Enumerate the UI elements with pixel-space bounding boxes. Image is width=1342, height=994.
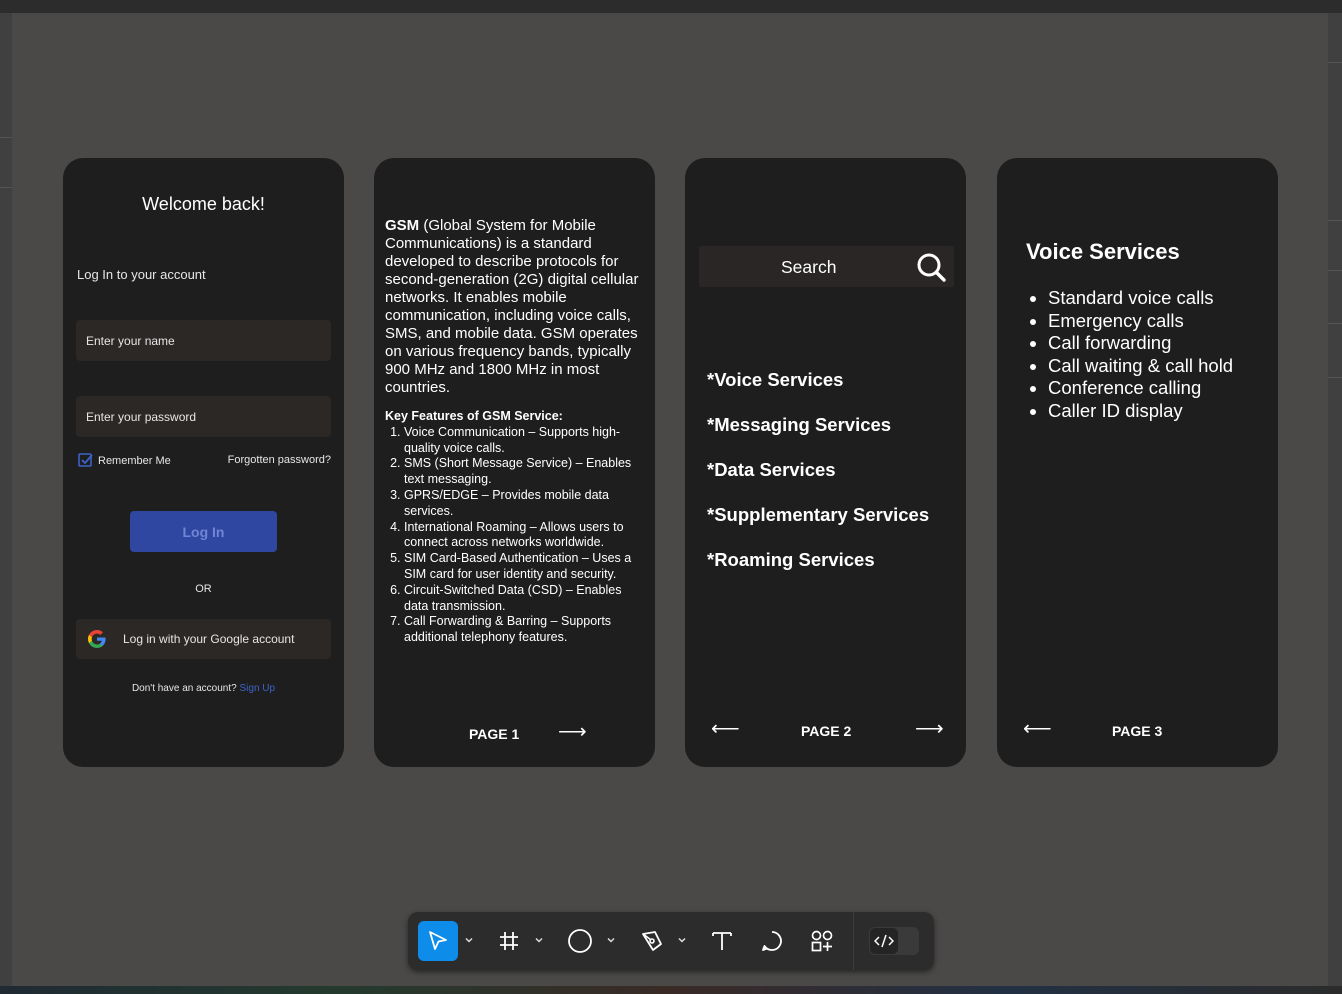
- service-voice[interactable]: *Voice Services: [707, 369, 843, 391]
- password-input[interactable]: [76, 396, 331, 437]
- google-login-label: Log in with your Google account: [123, 632, 295, 646]
- pen-icon: [642, 931, 662, 951]
- gsm-description: GSM (Global System for Mobile Communicat…: [385, 217, 647, 397]
- move-tool-button[interactable]: [418, 921, 458, 961]
- checkbox-checked-icon[interactable]: [78, 453, 93, 468]
- feature-item: International Roaming – Allows users to …: [404, 520, 647, 552]
- login-frame[interactable]: Welcome back! Log In to your account Rem…: [63, 158, 344, 767]
- voice-services-title: Voice Services: [1026, 239, 1180, 264]
- search-icon[interactable]: [916, 252, 946, 282]
- service-roaming[interactable]: *Roaming Services: [707, 549, 875, 571]
- right-panel-edge: [1328, 13, 1342, 986]
- top-bar: [0, 0, 1342, 13]
- search-label: Search: [781, 257, 837, 277]
- page-label: PAGE 2: [801, 723, 852, 739]
- google-login-button[interactable]: Log in with your Google account: [76, 619, 331, 659]
- key-features: Key Features of GSM Service: Voice Commu…: [385, 409, 647, 646]
- cursor-icon: [429, 931, 447, 950]
- comment-tool-button[interactable]: [760, 921, 784, 961]
- voice-services-list: Standard voice calls Emergency calls Cal…: [1026, 287, 1233, 423]
- signup-link[interactable]: Sign Up: [239, 683, 275, 694]
- search-bar[interactable]: Search: [699, 246, 954, 287]
- forgot-password-link[interactable]: Forgotten password?: [228, 454, 331, 466]
- feature-item: Voice Communication – Supports high-qual…: [404, 425, 647, 457]
- or-divider: OR: [195, 583, 212, 595]
- pen-tool-button[interactable]: [639, 921, 665, 961]
- arrow-left-icon[interactable]: ⟵: [711, 719, 740, 739]
- components-icon: [811, 930, 833, 952]
- list-item: Caller ID display: [1048, 400, 1233, 423]
- page-label: PAGE 3: [1112, 723, 1163, 739]
- service-messaging[interactable]: *Messaging Services: [707, 414, 891, 436]
- feature-item: Call Forwarding & Barring – Supports add…: [404, 614, 647, 646]
- list-item: Call forwarding: [1048, 332, 1233, 355]
- feature-item: SMS (Short Message Service) – Enables te…: [404, 456, 647, 488]
- chevron-down-icon[interactable]: [534, 935, 544, 945]
- text-icon: [712, 932, 732, 950]
- welcome-heading: Welcome back!: [142, 194, 265, 214]
- name-input[interactable]: [76, 320, 331, 361]
- dev-mode-toggle[interactable]: [869, 927, 919, 955]
- feature-item: Circuit-Switched Data (CSD) – Enables da…: [404, 583, 647, 615]
- frame-icon: [500, 932, 518, 950]
- list-item: Conference calling: [1048, 377, 1233, 400]
- page-label: PAGE 1: [469, 726, 520, 742]
- list-item: Emergency calls: [1048, 310, 1233, 333]
- no-account-text: Don't have an account?: [131, 683, 237, 694]
- actions-tool-button[interactable]: [810, 921, 834, 961]
- gsm-text: (Global System for Mobile Communications…: [385, 217, 639, 396]
- text-tool-button[interactable]: [710, 921, 734, 961]
- service-data[interactable]: *Data Services: [707, 459, 836, 481]
- chevron-down-icon[interactable]: [606, 935, 616, 945]
- google-icon: [88, 630, 106, 648]
- dev-mode-knob: [870, 928, 898, 954]
- feature-item: GPRS/EDGE – Provides mobile data service…: [404, 488, 647, 520]
- toolbar-divider: [853, 912, 854, 970]
- chevron-down-icon[interactable]: [677, 935, 687, 945]
- password-field[interactable]: [76, 396, 331, 437]
- page3-frame[interactable]: Voice Services Standard voice calls Emer…: [997, 158, 1278, 767]
- comment-icon: [762, 931, 782, 951]
- chevron-down-icon[interactable]: [464, 935, 474, 945]
- arrow-right-icon[interactable]: ⟶: [558, 722, 587, 742]
- signup-prompt: Don't have an account? Sign Up: [63, 683, 344, 694]
- features-title: Key Features of GSM Service:: [385, 409, 563, 423]
- list-item: Standard voice calls: [1048, 287, 1233, 310]
- gsm-bold: GSM: [385, 217, 420, 234]
- page1-frame[interactable]: GSM (Global System for Mobile Communicat…: [374, 158, 655, 767]
- remember-me-checkbox[interactable]: Remember Me: [78, 453, 171, 468]
- service-supplementary[interactable]: *Supplementary Services: [707, 504, 929, 526]
- login-subtitle: Log In to your account: [77, 267, 206, 282]
- remember-me-label: Remember Me: [98, 454, 171, 467]
- list-item: Call waiting & call hold: [1048, 355, 1233, 378]
- login-button[interactable]: Log In: [130, 511, 277, 552]
- shape-tool-button[interactable]: [566, 921, 594, 961]
- features-list: Voice Communication – Supports high-qual…: [385, 425, 647, 646]
- arrow-right-icon[interactable]: ⟶: [915, 719, 944, 739]
- code-icon: [874, 934, 894, 948]
- arrow-left-icon[interactable]: ⟵: [1023, 719, 1052, 739]
- name-field[interactable]: [76, 320, 331, 361]
- bottom-toolbar: [408, 912, 934, 970]
- ellipse-icon: [568, 929, 592, 953]
- page2-frame[interactable]: Search *Voice Services *Messaging Servic…: [685, 158, 966, 767]
- frame-tool-button[interactable]: [496, 921, 522, 961]
- feature-item: SIM Card-Based Authentication – Uses a S…: [404, 551, 647, 583]
- left-panel-edge: [0, 13, 12, 986]
- bottom-edge: [0, 986, 1342, 994]
